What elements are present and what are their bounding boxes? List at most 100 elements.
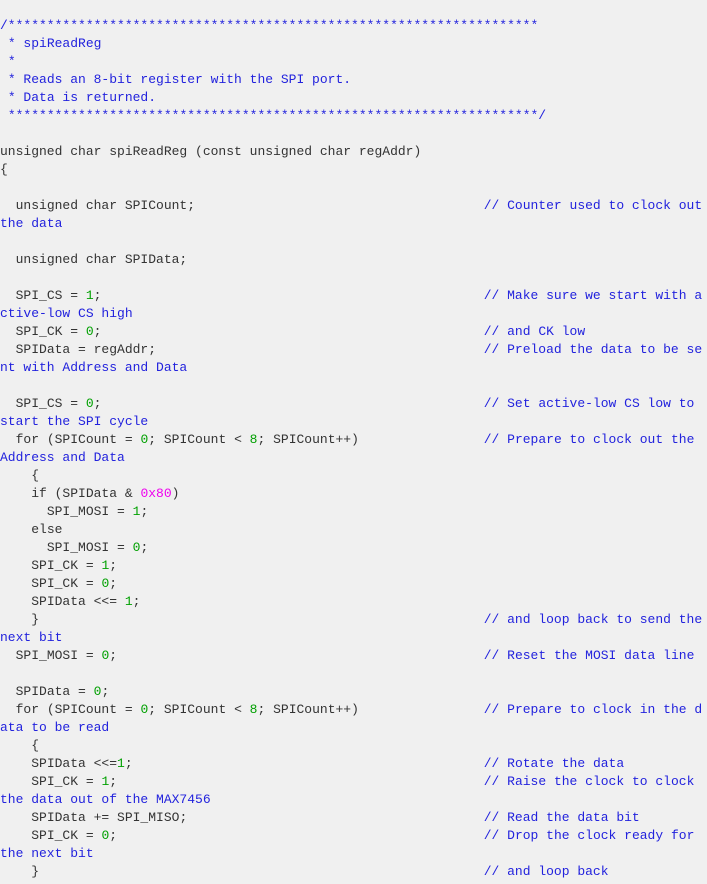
code-text: SPI_CS = bbox=[0, 396, 86, 411]
code-text: { bbox=[0, 468, 40, 483]
code-line: /***************************************… bbox=[0, 17, 707, 35]
code-text: { bbox=[0, 162, 8, 177]
code-text: SPI_CK = bbox=[0, 324, 86, 339]
numeric-literal: 1 bbox=[124, 594, 133, 609]
code-text: ; SPICount < bbox=[148, 702, 250, 717]
numeric-literal: 0 bbox=[85, 396, 94, 411]
code-text: } bbox=[0, 864, 40, 879]
code-text: SPI_CK = bbox=[0, 774, 102, 789]
code-line: SPI_CS = 1; // Make sure we start with a… bbox=[0, 287, 707, 323]
code-comment: // Reset the MOSI data line bbox=[483, 648, 695, 663]
code-text: unsigned char spiReadReg (const unsigned… bbox=[0, 144, 422, 159]
code-text: ) bbox=[171, 486, 180, 501]
code-text: SPI_CS = bbox=[0, 288, 86, 303]
code-line: SPI_CK = 1; // Raise the clock to clock … bbox=[0, 773, 707, 809]
hex-literal: 0x80 bbox=[140, 486, 172, 501]
code-line: * Data is returned. bbox=[0, 89, 707, 107]
code-line: for (SPICount = 0; SPICount < 8; SPICoun… bbox=[0, 701, 707, 737]
code-text: SPI_MOSI = bbox=[0, 648, 102, 663]
comment-gutter-pad bbox=[359, 702, 484, 717]
code-line: ****************************************… bbox=[0, 107, 707, 125]
code-comment: * Reads an 8-bit register with the SPI p… bbox=[0, 72, 352, 87]
code-text: unsigned char SPIData; bbox=[0, 252, 188, 267]
numeric-literal: 1 bbox=[85, 288, 94, 303]
comment-gutter-pad bbox=[101, 324, 483, 339]
numeric-literal: 0 bbox=[85, 324, 94, 339]
code-text: SPI_MOSI = bbox=[0, 540, 133, 555]
numeric-literal: 1 bbox=[117, 756, 125, 771]
code-line: if (SPIData & 0x80) bbox=[0, 485, 707, 503]
comment-gutter-pad bbox=[156, 342, 484, 357]
code-text: ; bbox=[124, 756, 133, 771]
comment-gutter-pad bbox=[133, 756, 484, 771]
code-text: for (SPICount = bbox=[0, 702, 141, 717]
code-comment: // Read the data bit bbox=[483, 810, 640, 825]
code-text: ; SPICount++) bbox=[257, 702, 359, 717]
comment-gutter-pad bbox=[117, 648, 484, 663]
code-text: ; bbox=[132, 594, 141, 609]
code-line: SPI_MOSI = 0; // Reset the MOSI data lin… bbox=[0, 647, 707, 665]
code-text: { bbox=[0, 738, 40, 753]
code-line: SPI_MOSI = 0; bbox=[0, 539, 707, 557]
code-text: SPIData = bbox=[0, 684, 94, 699]
code-comment: /***************************************… bbox=[0, 18, 539, 33]
code-comment: // and CK low bbox=[483, 324, 586, 339]
comment-gutter-pad bbox=[101, 396, 483, 411]
code-line: { bbox=[0, 161, 707, 179]
code-text: SPI_CK = bbox=[0, 558, 102, 573]
code-line: { bbox=[0, 737, 707, 755]
code-line: * Reads an 8-bit register with the SPI p… bbox=[0, 71, 707, 89]
code-text: ; bbox=[109, 828, 118, 843]
code-line: * bbox=[0, 53, 707, 71]
code-text: SPIData += SPI_MISO; bbox=[0, 810, 188, 825]
code-line: SPIData += SPI_MISO; // Read the data bi… bbox=[0, 809, 707, 827]
code-text: SPIData <<= bbox=[0, 756, 118, 771]
code-line: } // and loop back to send the next bit bbox=[0, 611, 707, 647]
code-text: else bbox=[0, 522, 63, 537]
code-text: if (SPIData & bbox=[0, 486, 141, 501]
code-text: ; bbox=[109, 576, 118, 591]
code-text: ; bbox=[140, 504, 149, 519]
code-text: ; SPICount++) bbox=[257, 432, 359, 447]
code-text: ; bbox=[109, 774, 118, 789]
code-text: ; bbox=[109, 648, 118, 663]
comment-gutter-pad bbox=[101, 288, 483, 303]
comment-gutter-pad bbox=[39, 612, 484, 627]
code-line: SPIData <<=1; // Rotate the data bbox=[0, 755, 707, 773]
code-line: SPIData = regAddr; // Preload the data t… bbox=[0, 341, 707, 377]
code-line: SPI_MOSI = 1; bbox=[0, 503, 707, 521]
code-line: else bbox=[0, 521, 707, 539]
comment-gutter-pad bbox=[187, 810, 483, 825]
code-comment: * Data is returned. bbox=[0, 90, 157, 105]
comment-gutter-pad bbox=[195, 198, 484, 213]
code-text: } bbox=[0, 612, 40, 627]
code-listing[interactable]: /***************************************… bbox=[0, 13, 707, 881]
code-text: for (SPICount = bbox=[0, 432, 141, 447]
code-line: * spiReadReg bbox=[0, 35, 707, 53]
code-line: SPIData = 0; bbox=[0, 683, 707, 701]
code-line: SPI_CK = 0; // Drop the clock ready for … bbox=[0, 827, 707, 863]
comment-gutter-pad bbox=[359, 432, 484, 447]
code-line: SPI_CK = 0; // and CK low bbox=[0, 323, 707, 341]
comment-gutter-pad bbox=[39, 864, 484, 879]
code-line: SPI_CK = 1; bbox=[0, 557, 707, 575]
code-text: unsigned char SPICount; bbox=[0, 198, 196, 213]
code-text: SPIData = regAddr; bbox=[0, 342, 157, 357]
code-line: SPI_CS = 0; // Set active-low CS low to … bbox=[0, 395, 707, 431]
code-comment: * bbox=[0, 54, 16, 69]
code-text: ; bbox=[140, 540, 149, 555]
code-comment: // and loop back bbox=[483, 864, 609, 879]
code-comment: * spiReadReg bbox=[0, 36, 102, 51]
code-comment: // Rotate the data bbox=[483, 756, 625, 771]
comment-gutter-pad bbox=[117, 828, 484, 843]
code-text: SPI_CK = bbox=[0, 576, 102, 591]
code-line: unsigned char spiReadReg (const unsigned… bbox=[0, 143, 707, 161]
code-line: SPI_CK = 0; bbox=[0, 575, 707, 593]
comment-gutter-pad bbox=[117, 774, 484, 789]
